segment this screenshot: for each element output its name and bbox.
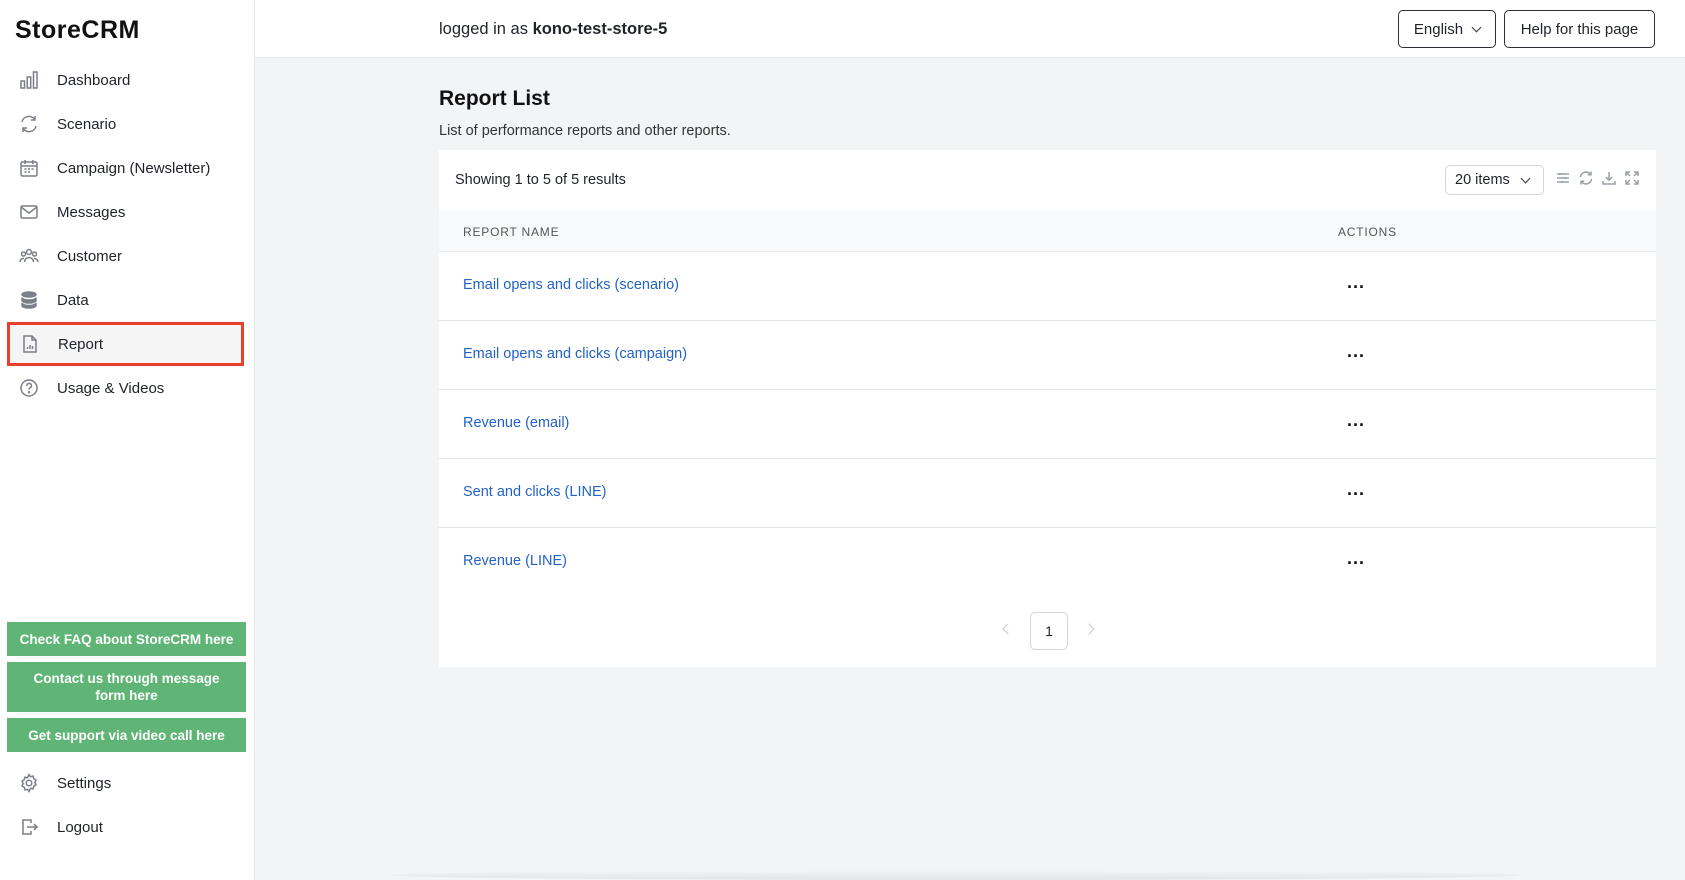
envelope-icon	[18, 201, 40, 223]
sidebar-item-label: Dashboard	[57, 71, 131, 89]
sidebar-item-label: Scenario	[57, 115, 117, 133]
refresh-icon[interactable]	[1578, 170, 1596, 188]
users-icon	[18, 245, 40, 267]
sidebar-item-customer[interactable]: Customer	[7, 234, 244, 278]
table-header: REPORT NAME ACTIONS	[439, 210, 1656, 252]
logout-icon	[18, 816, 40, 838]
sidebar-item-scenario[interactable]: Scenario	[7, 102, 244, 146]
report-link[interactable]: Email opens and clicks (scenario)	[463, 277, 679, 293]
column-header-report-name[interactable]: REPORT NAME	[463, 225, 559, 239]
faq-support-button[interactable]: Check FAQ about StoreCRM here	[7, 622, 246, 656]
row-actions-button[interactable]: ...	[1347, 410, 1365, 431]
chevron-down-icon	[1471, 22, 1482, 32]
sidebar-item-usage-videos[interactable]: Usage & Videos	[7, 366, 244, 410]
sidebar-item-messages[interactable]: Messages	[7, 190, 244, 234]
sidebar-item-label: Campaign (Newsletter)	[57, 159, 211, 177]
sidebar-item-label: Logout	[57, 818, 103, 836]
chevron-right-icon[interactable]	[1083, 623, 1095, 635]
contact-support-button[interactable]: Contact us through message form here	[7, 662, 246, 712]
fullscreen-icon[interactable]	[1624, 170, 1642, 188]
page-size-select[interactable]: 20 items	[1445, 165, 1544, 195]
sidebar-item-label: Usage & Videos	[57, 379, 165, 397]
sidebar-nav: Dashboard Scenario Campaign (Newsletter)…	[7, 58, 244, 410]
question-circle-icon	[18, 377, 40, 399]
sidebar-item-report[interactable]: Report	[7, 322, 244, 366]
sidebar-item-label: Customer	[57, 247, 123, 265]
report-link[interactable]: Revenue (email)	[463, 415, 569, 431]
language-select[interactable]: English	[1398, 10, 1496, 48]
chevron-left-icon[interactable]	[1002, 623, 1014, 635]
sidebar-item-label: Report	[58, 335, 104, 353]
sidebar: StoreCRM Dashboard Scenario Campaign (Ne…	[0, 0, 255, 880]
page-subtitle: List of performance reports and other re…	[439, 123, 731, 139]
login-status: logged in as kono-test-store-5	[439, 20, 667, 39]
store-name: kono-test-store-5	[532, 20, 668, 38]
sidebar-item-campaign[interactable]: Campaign (Newsletter)	[7, 146, 244, 190]
report-link[interactable]: Email opens and clicks (campaign)	[463, 346, 687, 362]
report-table-card: Showing 1 to 5 of 5 results 20 items REP…	[439, 150, 1656, 667]
document-chart-icon	[19, 333, 41, 355]
sidebar-bottom-nav: Settings Logout	[7, 761, 244, 849]
table-row: Revenue (email) ...	[439, 390, 1656, 459]
results-count: Showing 1 to 5 of 5 results	[455, 172, 626, 188]
sidebar-item-label: Data	[57, 291, 89, 309]
sidebar-item-label: Messages	[57, 203, 126, 221]
column-settings-icon[interactable]	[1555, 170, 1573, 188]
download-icon[interactable]	[1601, 170, 1619, 188]
pagination: 1	[439, 612, 1656, 652]
page-size-label: 20 items	[1455, 172, 1510, 188]
row-actions-button[interactable]: ...	[1347, 548, 1365, 569]
bottom-shadow	[390, 870, 1520, 880]
gear-icon	[18, 772, 40, 794]
row-actions-button[interactable]: ...	[1347, 341, 1365, 362]
sidebar-item-settings[interactable]: Settings	[7, 761, 244, 805]
row-actions-button[interactable]: ...	[1347, 272, 1365, 293]
sidebar-item-logout[interactable]: Logout	[7, 805, 244, 849]
table-row: Sent and clicks (LINE) ...	[439, 459, 1656, 528]
language-label: English	[1413, 20, 1464, 38]
database-icon	[18, 289, 40, 311]
page-number-button[interactable]: 1	[1030, 612, 1068, 650]
refresh-cycle-icon	[18, 113, 40, 135]
calendar-icon	[18, 157, 40, 179]
page-title: Report List	[439, 87, 550, 110]
app-logo[interactable]: StoreCRM	[15, 16, 140, 45]
top-bar: logged in as kono-test-store-5 English H…	[255, 0, 1685, 58]
video-call-support-button[interactable]: Get support via video call here	[7, 718, 246, 752]
table-row: Revenue (LINE) ...	[439, 528, 1656, 597]
sidebar-item-label: Settings	[57, 774, 112, 792]
column-header-actions: ACTIONS	[1338, 225, 1397, 239]
bar-chart-icon	[18, 69, 40, 91]
report-link[interactable]: Revenue (LINE)	[463, 553, 567, 569]
row-actions-button[interactable]: ...	[1347, 479, 1365, 500]
chevron-down-icon	[1520, 173, 1531, 183]
table-row: Email opens and clicks (campaign) ...	[439, 321, 1656, 390]
login-prefix: logged in as	[439, 20, 528, 38]
sidebar-item-data[interactable]: Data	[7, 278, 244, 322]
report-link[interactable]: Sent and clicks (LINE)	[463, 484, 606, 500]
table-row: Email opens and clicks (scenario) ...	[439, 252, 1656, 321]
sidebar-item-dashboard[interactable]: Dashboard	[7, 58, 244, 102]
help-button[interactable]: Help for this page	[1504, 10, 1655, 48]
